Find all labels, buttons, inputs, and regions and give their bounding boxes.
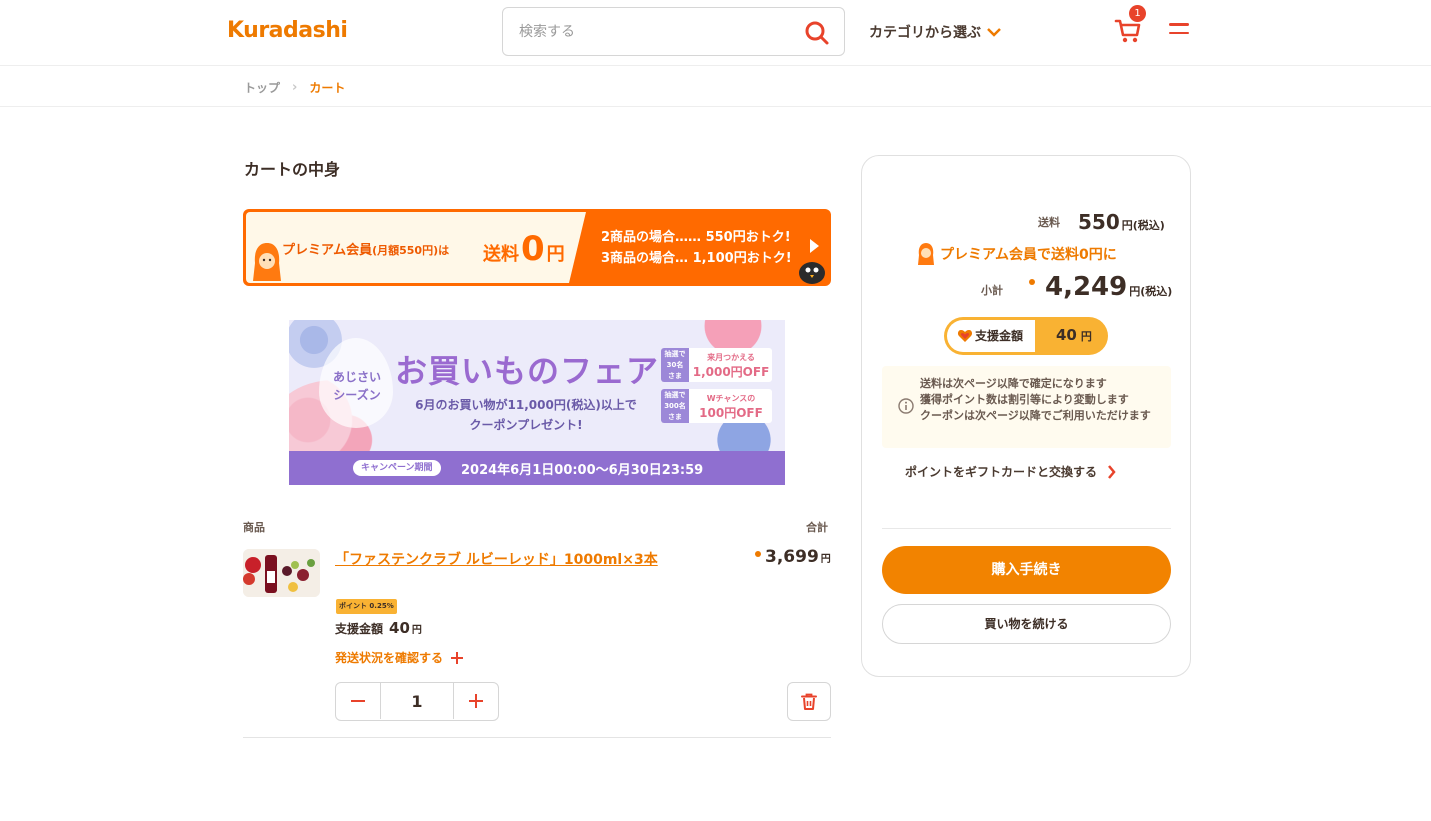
quantity-input[interactable] <box>381 683 453 720</box>
hydrangea-decoration <box>689 320 785 350</box>
column-header-item: 商品 <box>243 521 265 534</box>
mascot-icon <box>918 243 934 265</box>
notice-line: 送料は次ページ以降で確定になります <box>920 377 1107 390</box>
site-header: Kuradashi カテゴリから選ぶ 1 <box>0 0 1431 66</box>
bird-mascot-icon <box>799 262 825 284</box>
coupon-card: 抽選で 300名 さま Wチャンスの 100円OFF <box>661 389 772 423</box>
support-amount-label: 支援金額 <box>947 320 1035 352</box>
premium-free-shipping-link[interactable]: プレミアム会員で送料0円に <box>916 242 1117 266</box>
subtotal-label: 小計 <box>981 284 1003 297</box>
fair-season-label: あじさい シーズン <box>332 370 381 402</box>
notice-line: 獲得ポイント数は割引等により変動します <box>920 393 1129 406</box>
product-name-link[interactable]: 「ファステンクラブ ルビーレッド」1000ml×3本 <box>335 550 665 571</box>
plus-icon <box>451 651 464 664</box>
chevron-down-icon <box>987 28 1001 37</box>
quantity-increase-button[interactable] <box>453 683 498 719</box>
category-menu-label: カテゴリから選ぶ <box>869 25 981 41</box>
kuradashi-logo[interactable]: Kuradashi <box>227 18 348 43</box>
campaign-period-bar: キャンペーン期間 2024年6月1日00:00〜6月30日23:59 <box>289 451 785 485</box>
chevron-right-icon: › <box>292 80 298 95</box>
subtotal-value: 4,249 円(税込) <box>1029 272 1172 302</box>
shopping-fair-banner[interactable]: あじさい シーズン お買いものフェア 6月のお買い物が11,000円(税込)以上… <box>289 320 785 485</box>
page-title: カートの中身 <box>244 160 341 179</box>
gift-card-exchange-link[interactable]: ポイントをギフトカードと交換する <box>905 463 1116 480</box>
mascot-icon <box>253 243 281 281</box>
quantity-stepper <box>335 682 499 721</box>
divider <box>243 737 831 738</box>
campaign-period-label: キャンペーン期間 <box>353 460 441 476</box>
cart-count-badge: 1 <box>1129 5 1146 22</box>
notice-box: 送料は次ページ以降で確定になります 獲得ポイント数は割引等により変動します クー… <box>882 366 1171 448</box>
hamburger-menu-icon[interactable] <box>1169 23 1191 39</box>
minus-icon <box>351 700 365 702</box>
breadcrumb-top-link[interactable]: トップ <box>244 79 280 96</box>
shipping-status-link[interactable]: 発送状況を確認する <box>335 649 464 666</box>
free-shipping-label: 送料0 円 <box>483 229 565 269</box>
support-amount-value: 40 円 <box>1056 326 1092 344</box>
fair-subtitle: 6月のお買い物が11,000円(税込)以上で クーポンプレゼント! <box>415 398 637 432</box>
coupon-card: 抽選で 30名 さま 来月つかえる 1,000円OFF <box>661 348 772 382</box>
item-total-price: 3,699 円 <box>755 547 831 567</box>
quantity-decrease-button[interactable] <box>336 683 381 719</box>
plus-icon <box>469 694 483 708</box>
info-icon <box>898 398 914 414</box>
shipping-label: 送料 <box>1038 216 1060 229</box>
point-rate-badge: ポイント 0.25% <box>336 599 397 614</box>
play-arrow-icon <box>810 239 819 253</box>
premium-banner-text: プレミアム会員(月額550円)は <box>282 243 450 258</box>
support-amount-pill: 支援金額 40 円 <box>944 317 1108 355</box>
checkout-button[interactable]: 購入手続き <box>882 546 1171 594</box>
fair-title: お買いものフェア <box>395 352 660 390</box>
column-header-total: 合計 <box>806 521 828 534</box>
premium-banner-savings: 2商品の場合…… 550円おトク! 3商品の場合… 1,100円おトク! <box>601 230 792 266</box>
breadcrumb-current: カート <box>309 81 346 95</box>
heart-icon <box>957 330 973 342</box>
search-icon[interactable] <box>804 20 830 46</box>
divider <box>882 528 1171 529</box>
continue-shopping-button[interactable]: 買い物を続ける <box>882 604 1171 644</box>
chevron-right-icon <box>1108 464 1116 479</box>
premium-member-banner[interactable]: プレミアム会員(月額550円)は 送料0 円 2商品の場合…… 550円おトク! … <box>243 209 831 286</box>
delete-item-button[interactable] <box>787 682 831 721</box>
breadcrumb: トップ › カート <box>0 66 1431 107</box>
search-input[interactable] <box>519 20 789 44</box>
shipping-value: 550 円(税込) <box>1078 210 1165 234</box>
notice-line: クーポンは次ページ以降でご利用いただけます <box>920 409 1151 422</box>
category-menu-button[interactable]: カテゴリから選ぶ <box>869 22 1001 42</box>
trash-icon <box>801 693 817 710</box>
order-summary-card: 送料 550 円(税込) プレミアム会員で送料0円に 小計 4,249 円(税込) … <box>861 155 1191 677</box>
campaign-period-dates: 2024年6月1日00:00〜6月30日23:59 <box>461 463 704 478</box>
product-image[interactable] <box>243 549 320 597</box>
item-support-amount: 支援金額 40 円 <box>335 619 422 637</box>
search-box <box>502 7 845 56</box>
